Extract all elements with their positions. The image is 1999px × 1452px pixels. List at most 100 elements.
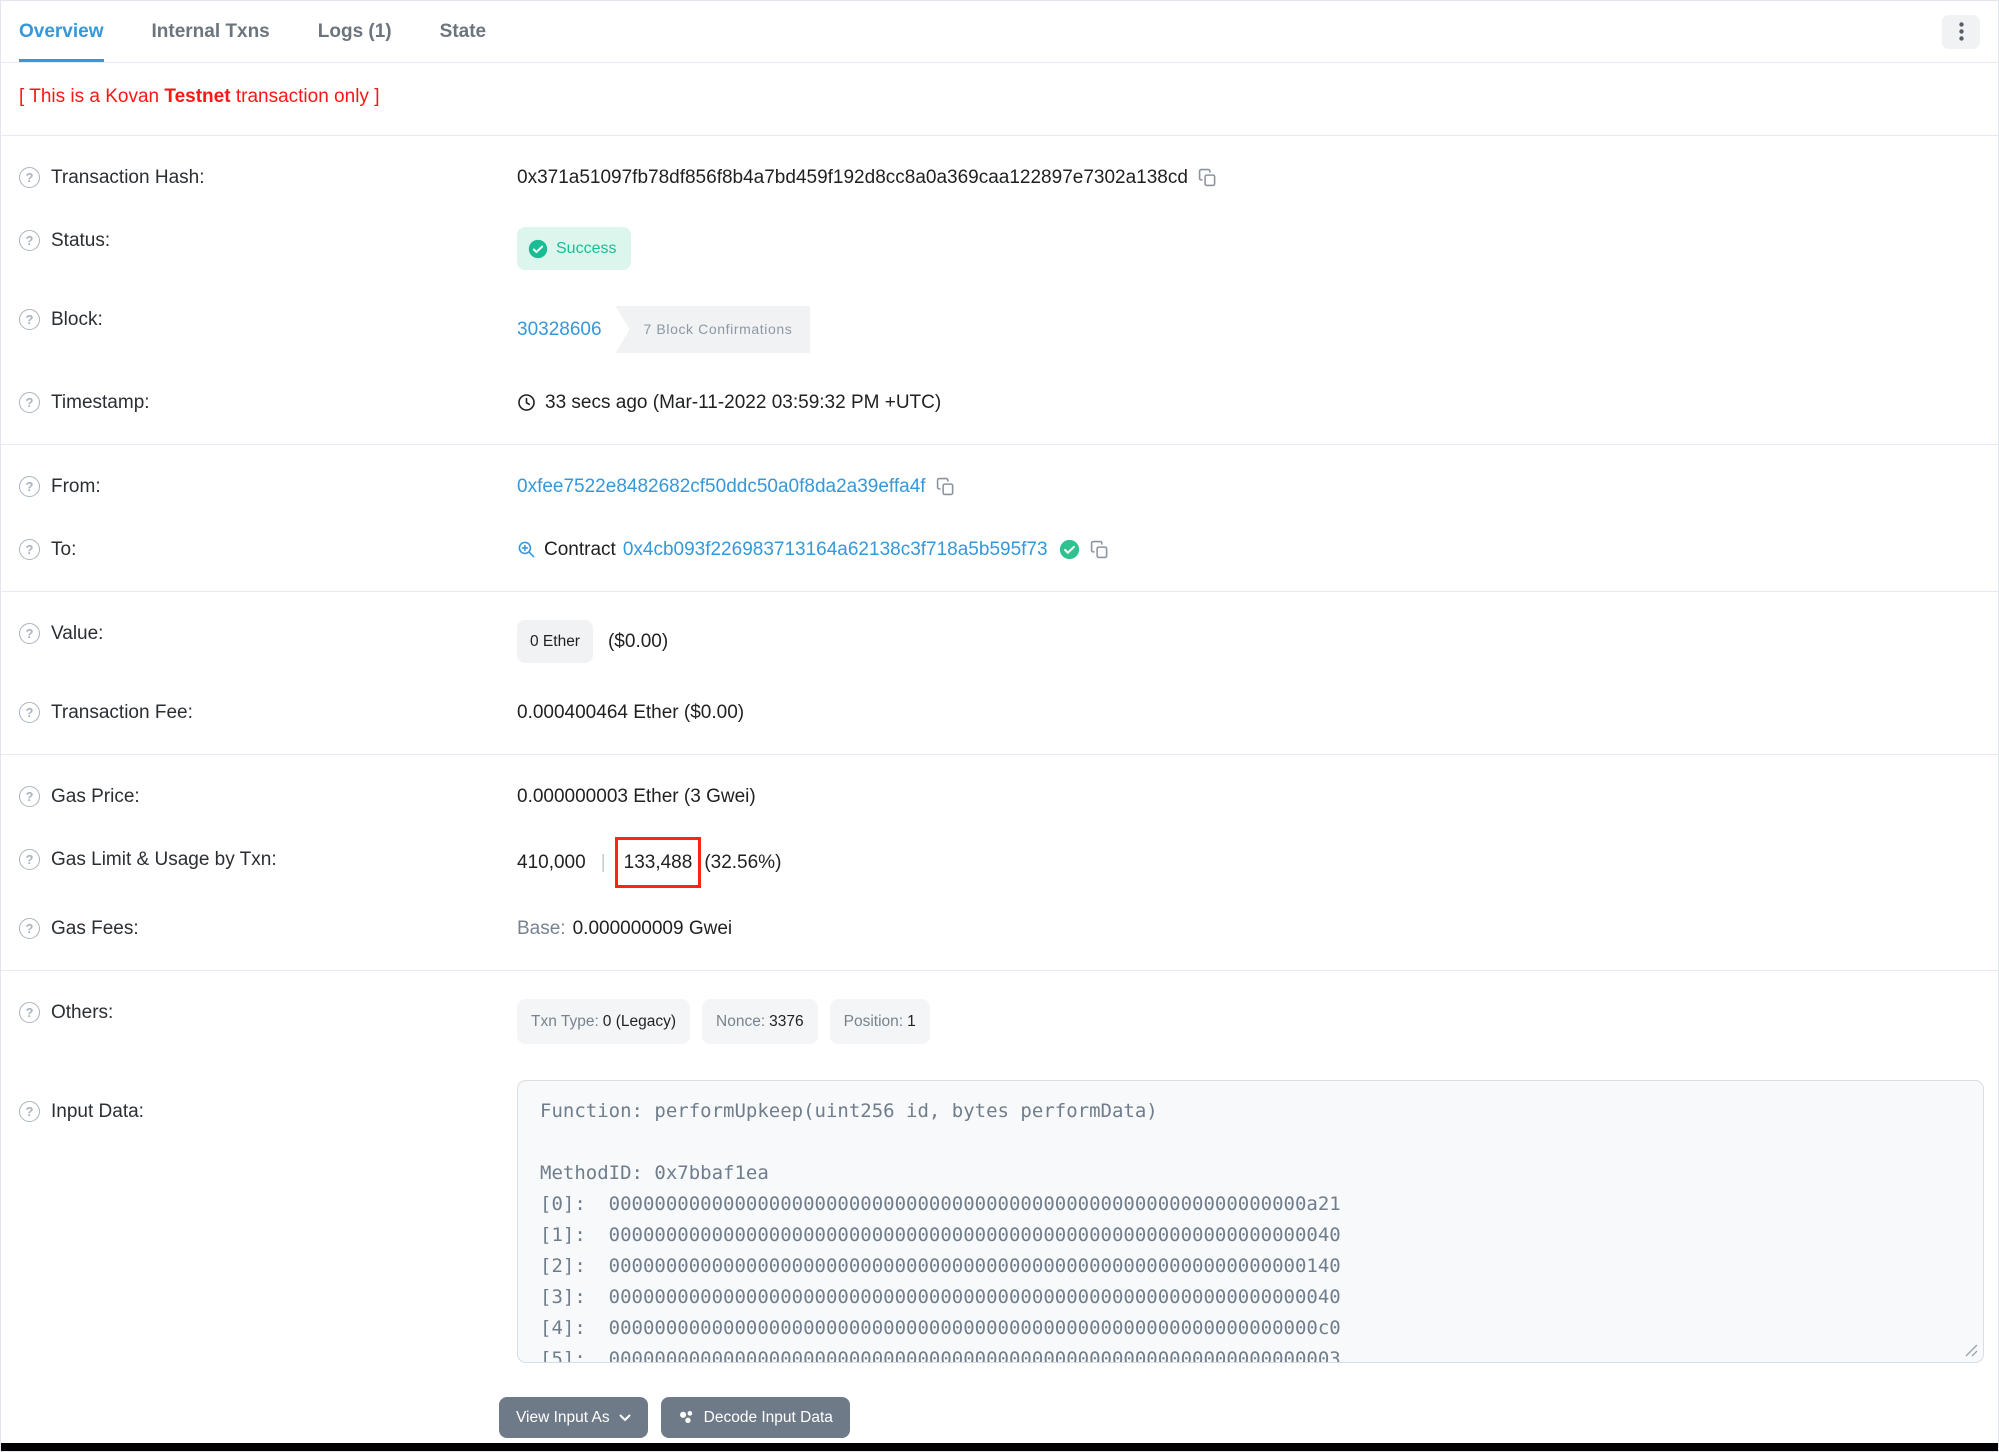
value-label: Value: — [51, 623, 104, 644]
txn-type-key: Txn Type: — [531, 1013, 599, 1030]
status-value: Success — [556, 240, 617, 257]
position-value: 1 — [907, 1013, 916, 1030]
input-data-text: Function: performUpkeep(uint256 id, byte… — [540, 1100, 1341, 1363]
help-icon[interactable]: ? — [19, 1101, 40, 1122]
value-ether-badge: 0 Ether — [517, 620, 593, 663]
gas-separator: | — [600, 852, 606, 873]
row-from: ? From: 0xfee7522e8482682cf50ddc50a0f8da… — [1, 455, 1998, 518]
value-usd: ($0.00) — [607, 631, 669, 652]
help-icon[interactable]: ? — [19, 167, 40, 188]
gas-price-value: 0.000000003 Ether (3 Gwei) — [517, 786, 756, 807]
notice-prefix: [ This is a Kovan — [19, 86, 165, 107]
block-confirmations-badge: 7 Block Confirmations — [615, 306, 811, 353]
nonce-key: Nonce: — [716, 1013, 766, 1030]
transaction-fee-value: 0.000400464 Ether ($0.00) — [517, 702, 745, 723]
notice-highlight: Testnet — [164, 86, 231, 107]
from-address-link[interactable]: 0xfee7522e8482682cf50ddc50a0f8da2a39effa… — [517, 473, 926, 500]
from-label: From: — [51, 476, 101, 497]
to-label: To: — [51, 539, 77, 560]
row-gas-price: ? Gas Price: 0.000000003 Ether (3 Gwei) — [1, 765, 1998, 828]
view-input-as-label: View Input As — [516, 1408, 610, 1426]
tab-internal-txns[interactable]: Internal Txns — [152, 1, 270, 62]
gas-limit-label: Gas Limit & Usage by Txn: — [51, 849, 277, 870]
section-gas: ? Gas Price: 0.000000003 Ether (3 Gwei) … — [1, 755, 1998, 971]
row-gas-fees: ? Gas Fees: Base: 0.000000009 Gwei — [1, 897, 1998, 960]
decode-input-data-button[interactable]: Decode Input Data — [660, 1397, 850, 1438]
verified-check-icon — [1059, 539, 1080, 560]
timestamp-value: 33 secs ago (Mar-11-2022 03:59:32 PM +UT… — [545, 392, 942, 413]
view-input-as-button[interactable]: View Input As — [499, 1397, 648, 1438]
section-other: ? Others: Txn Type: 0 (Legacy) Nonce: 3376… — [1, 971, 1998, 1451]
timestamp-label: Timestamp: — [51, 392, 150, 413]
others-label: Others: — [51, 1002, 114, 1023]
gas-fees-base-value: 0.000000009 Gwei — [572, 918, 733, 939]
row-gas-limit-usage: ? Gas Limit & Usage by Txn: 410,000 | 13… — [1, 828, 1998, 897]
help-icon[interactable]: ? — [19, 849, 40, 870]
gas-fees-label: Gas Fees: — [51, 918, 139, 939]
status-badge: Success — [517, 227, 632, 270]
row-value: ? Value: 0 Ether ($0.00) — [1, 602, 1998, 681]
resize-grip-icon[interactable] — [1965, 1344, 1978, 1357]
tab-bar: Overview Internal Txns Logs (1) State — [1, 1, 1998, 63]
tab-logs[interactable]: Logs (1) — [318, 1, 392, 62]
gas-used-value-annotated: 133,488 — [614, 837, 702, 888]
row-transaction-fee: ? Transaction Fee: 0.000400464 Ether ($0… — [1, 681, 1998, 744]
clock-icon — [517, 393, 536, 412]
help-icon[interactable]: ? — [19, 702, 40, 723]
decode-nodes-icon — [678, 1409, 695, 1426]
help-icon[interactable]: ? — [19, 539, 40, 560]
txn-type-value: 0 (Legacy) — [602, 1013, 677, 1030]
copy-icon[interactable] — [936, 477, 955, 496]
copy-icon[interactable] — [1198, 168, 1217, 187]
help-icon[interactable]: ? — [19, 786, 40, 807]
position-key: Position: — [843, 1013, 904, 1030]
help-icon[interactable]: ? — [19, 392, 40, 413]
input-data-box[interactable]: Function: performUpkeep(uint256 id, byte… — [517, 1080, 1984, 1363]
transaction-hash-value: 0x371a51097fb78df856f8b4a7bd459f192d8cc8… — [517, 167, 1188, 188]
kebab-menu-icon — [1958, 22, 1964, 41]
testnet-notice: [ This is a Kovan Testnet transaction on… — [1, 63, 1998, 136]
gas-price-label: Gas Price: — [51, 786, 140, 807]
tab-overview[interactable]: Overview — [19, 1, 104, 62]
help-icon[interactable]: ? — [19, 918, 40, 939]
row-input-data: ? Input Data: Function: performUpkeep(ui… — [1, 1062, 1998, 1381]
nonce-badge: Nonce: 3376 — [702, 999, 818, 1044]
gas-used-value: 133,488 — [623, 852, 693, 873]
notice-suffix: transaction only ] — [230, 86, 380, 107]
nonce-value: 3376 — [769, 1013, 804, 1030]
transaction-fee-label: Transaction Fee: — [51, 702, 193, 723]
chevron-down-icon — [619, 1414, 631, 1422]
tab-state[interactable]: State — [440, 1, 486, 62]
copy-icon[interactable] — [1090, 540, 1109, 559]
to-type-label: Contract — [544, 539, 616, 560]
help-icon[interactable]: ? — [19, 476, 40, 497]
success-check-icon — [528, 239, 548, 259]
row-status: ? Status: Success — [1, 209, 1998, 288]
help-icon[interactable]: ? — [19, 230, 40, 251]
input-data-label: Input Data: — [51, 1101, 144, 1122]
txn-type-badge: Txn Type: 0 (Legacy) — [517, 999, 691, 1044]
row-transaction-hash: ? Transaction Hash: 0x371a51097fb78df856… — [1, 146, 1998, 209]
section-value: ? Value: 0 Ether ($0.00) ? Transaction F… — [1, 592, 1998, 755]
position-badge: Position: 1 — [829, 999, 930, 1044]
decode-input-data-label: Decode Input Data — [703, 1408, 833, 1426]
transaction-hash-label: Transaction Hash: — [51, 167, 205, 188]
row-timestamp: ? Timestamp: 33 secs ago (Mar-11-2022 03… — [1, 371, 1998, 434]
help-icon[interactable]: ? — [19, 1002, 40, 1023]
help-icon[interactable]: ? — [19, 309, 40, 330]
gas-used-percent: (32.56%) — [704, 852, 782, 873]
gas-fees-base-label: Base: — [517, 918, 566, 939]
to-address-link[interactable]: 0x4cb093f226983713164a62138c3f718a5b595f… — [623, 536, 1048, 563]
block-number-link[interactable]: 30328606 — [517, 316, 602, 343]
section-summary: ? Transaction Hash: 0x371a51097fb78df856… — [1, 136, 1998, 445]
row-block: ? Block: 30328606 7 Block Confirmations — [1, 288, 1998, 371]
more-options-button[interactable] — [1942, 14, 1980, 49]
bottom-bar — [1, 1443, 1998, 1451]
block-label: Block: — [51, 309, 103, 330]
row-to: ? To: Contract 0x4cb093f226983713164a621… — [1, 518, 1998, 581]
input-data-actions: View Input As Decode Input Data — [499, 1397, 1998, 1438]
magnifier-plus-icon[interactable] — [517, 540, 536, 559]
row-others: ? Others: Txn Type: 0 (Legacy) Nonce: 3376… — [1, 981, 1998, 1062]
help-icon[interactable]: ? — [19, 623, 40, 644]
transaction-details-page: Overview Internal Txns Logs (1) State [ … — [0, 0, 1999, 1452]
